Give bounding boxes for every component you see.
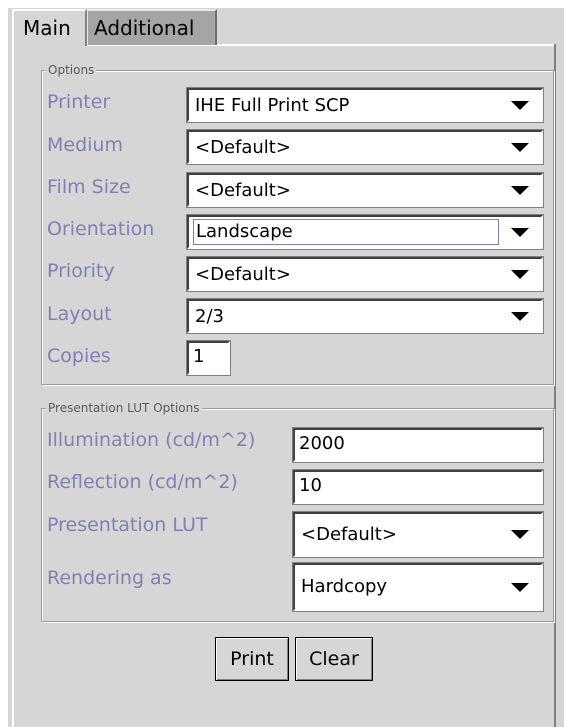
rendering-as-label: Rendering as xyxy=(47,567,172,589)
tab-main[interactable]: Main xyxy=(12,9,87,46)
printer-select-value: IHE Full Print SCP xyxy=(195,95,350,116)
presentation-lut-select[interactable]: <Default> xyxy=(292,511,544,558)
medium-select[interactable]: <Default> xyxy=(186,129,544,165)
copies-input[interactable]: 1 xyxy=(186,340,231,376)
chevron-down-icon xyxy=(511,530,529,539)
reflection-label: Reflection (cd/m^2) xyxy=(47,471,238,493)
printer-label: Printer xyxy=(47,91,111,113)
tab-content-right-border xyxy=(554,44,556,727)
chevron-down-icon xyxy=(511,312,529,321)
presentation-lut-group-title: Presentation LUT Options xyxy=(46,400,202,416)
layout-select-value: 2/3 xyxy=(195,306,224,327)
illumination-input[interactable]: 2000 xyxy=(292,427,544,463)
printer-select[interactable]: IHE Full Print SCP xyxy=(186,87,544,123)
film-size-label: Film Size xyxy=(47,176,131,198)
tab-additional-label: Additional xyxy=(94,16,195,40)
chevron-down-icon xyxy=(511,186,529,195)
tab-main-label: Main xyxy=(23,16,71,40)
priority-label: Priority xyxy=(47,260,115,282)
film-size-select-value: <Default> xyxy=(195,180,291,201)
rendering-as-select[interactable]: Hardcopy xyxy=(292,562,544,612)
presentation-lut-select-value: <Default> xyxy=(301,524,397,545)
reflection-input[interactable]: 10 xyxy=(292,469,544,505)
tab-content-left-border xyxy=(12,44,14,727)
film-size-select[interactable]: <Default> xyxy=(186,172,544,208)
priority-select-value: <Default> xyxy=(195,264,291,285)
priority-select[interactable]: <Default> xyxy=(186,256,544,292)
presentation-lut-label: Presentation LUT xyxy=(47,514,208,536)
orientation-select-value: Landscape xyxy=(193,219,499,245)
chevron-down-icon xyxy=(511,270,529,279)
rendering-as-select-value: Hardcopy xyxy=(301,576,388,597)
chevron-down-icon xyxy=(511,101,529,110)
chevron-down-icon xyxy=(511,228,529,237)
copies-label: Copies xyxy=(47,345,111,367)
medium-select-value: <Default> xyxy=(195,137,291,158)
medium-label: Medium xyxy=(47,134,123,156)
orientation-label: Orientation xyxy=(47,218,155,240)
chevron-down-icon xyxy=(511,583,529,592)
clear-button[interactable]: Clear xyxy=(295,637,373,681)
print-button[interactable]: Print xyxy=(215,637,289,681)
tab-additional[interactable]: Additional xyxy=(87,9,217,45)
options-group-title: Options xyxy=(46,62,97,78)
chevron-down-icon xyxy=(511,143,529,152)
illumination-label: Illumination (cd/m^2) xyxy=(47,429,256,451)
layout-label: Layout xyxy=(47,303,112,325)
layout-select[interactable]: 2/3 xyxy=(186,298,544,334)
orientation-select[interactable]: Landscape xyxy=(186,214,544,250)
